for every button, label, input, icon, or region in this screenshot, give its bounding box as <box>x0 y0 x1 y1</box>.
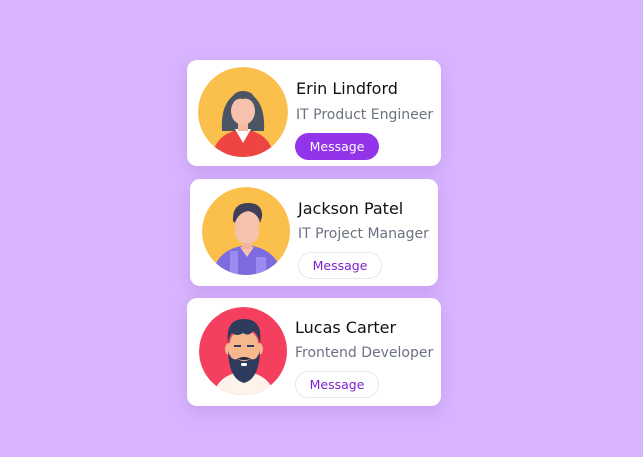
message-button[interactable]: Message <box>295 133 379 160</box>
message-button[interactable]: Message <box>298 252 382 279</box>
bearded-male-avatar-icon <box>199 307 287 395</box>
profile-card: Lucas Carter Frontend Developer Message <box>187 298 441 406</box>
profile-name: Jackson Patel <box>298 199 404 218</box>
female-avatar-icon <box>198 67 288 157</box>
message-button[interactable]: Message <box>295 371 379 398</box>
profile-role: IT Project Manager <box>298 226 429 242</box>
profile-role: Frontend Developer <box>295 345 434 361</box>
male-avatar-icon <box>202 187 290 275</box>
profile-card: Jackson Patel IT Project Manager Message <box>190 179 438 286</box>
profile-name: Lucas Carter <box>295 318 397 337</box>
profile-card: Erin Lindford IT Product Engineer Messag… <box>187 60 441 166</box>
profile-role: IT Product Engineer <box>296 107 434 123</box>
profile-name: Erin Lindford <box>296 79 398 98</box>
